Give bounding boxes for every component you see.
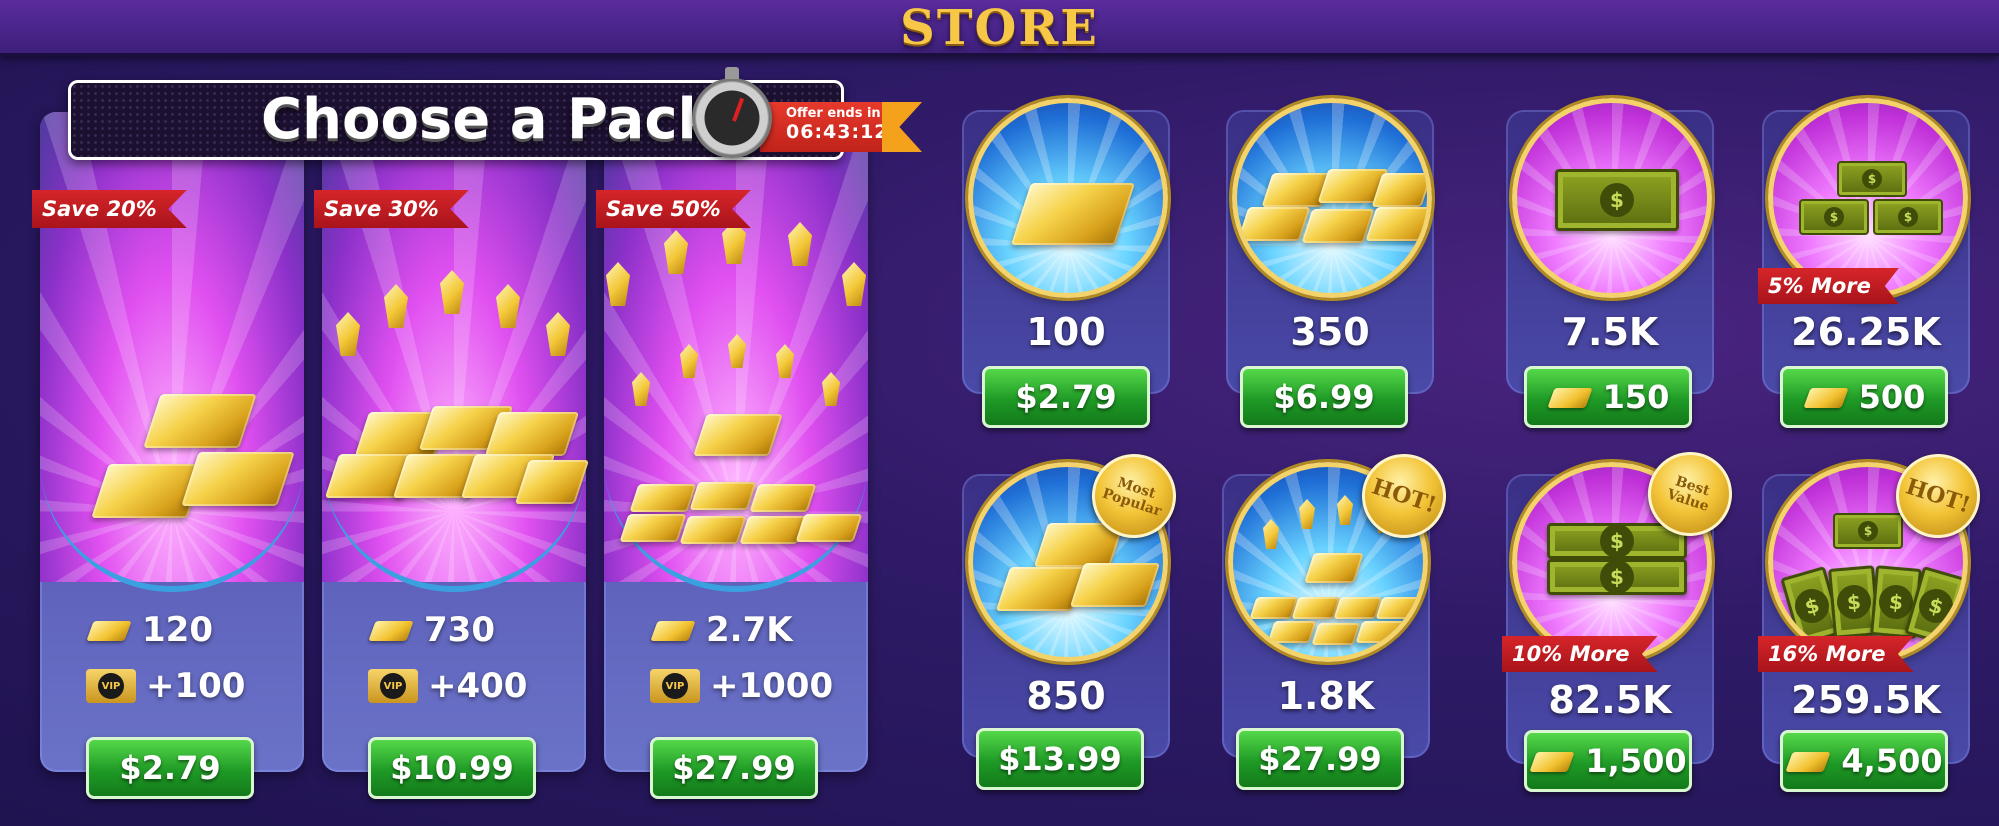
- gold-amount-row: 2.7K: [650, 610, 793, 650]
- cash-pack-card[interactable]: $ 7.5K: [1506, 98, 1714, 394]
- buy-button[interactable]: 150: [1524, 366, 1692, 428]
- gold-bar-icon: [689, 482, 757, 510]
- gold-bar-icon: [749, 484, 817, 512]
- gold-bar-icon: [650, 615, 696, 645]
- buy-button[interactable]: $27.99: [650, 737, 818, 799]
- vip-amount-row: VIP +100: [86, 666, 245, 706]
- gold-bar-icon: [1010, 183, 1136, 245]
- bonus-ribbon: 10% More: [1502, 636, 1658, 672]
- offer-timer-tag: Offer ends in 06:43:12: [760, 102, 922, 152]
- vip-amount: +1000: [710, 666, 834, 706]
- pack-orb: [1232, 98, 1432, 298]
- gold-amount: 100: [1026, 310, 1106, 354]
- vip-amount: +400: [428, 666, 528, 706]
- gold-bar-icon: [1365, 207, 1427, 241]
- pack-title: Choose a Pack: [261, 87, 715, 152]
- gold-bar-icon: [1069, 563, 1161, 607]
- gold-bar-icon: [1333, 597, 1383, 619]
- store-title: STORE: [900, 0, 1099, 56]
- top-bar: STORE: [0, 0, 1999, 56]
- gold-amount: 850: [1026, 674, 1106, 718]
- buy-button[interactable]: $2.79: [982, 366, 1150, 428]
- offer-countdown: 06:43:12: [786, 121, 889, 143]
- gold-bar-icon: [1529, 746, 1575, 776]
- gold-amount: 120: [142, 610, 213, 650]
- gold-cost: 500: [1858, 378, 1926, 416]
- bonus-ribbon: 16% More: [1758, 636, 1914, 672]
- buy-button[interactable]: 500: [1780, 366, 1948, 428]
- pack-orb: $: [1512, 98, 1712, 298]
- vip-icon: VIP: [368, 669, 418, 703]
- buy-button[interactable]: $2.79: [86, 737, 254, 799]
- gold-bar-icon: [795, 514, 863, 542]
- cash-stack-icon: $: [1837, 161, 1907, 197]
- gold-bar-icon: [484, 412, 580, 456]
- gold-crystal-icon: [1299, 499, 1315, 529]
- gold-amount: 1.8K: [1277, 674, 1375, 718]
- gold-bar-icon: [181, 452, 295, 506]
- gold-bar-icon: [1311, 623, 1361, 645]
- cash-stack-icon: $: [1873, 199, 1943, 235]
- gold-amount-row: 730: [368, 610, 495, 650]
- stopwatch-icon: [692, 67, 772, 158]
- gold-bar-icon: [1304, 553, 1364, 583]
- cash-amount: 259.5K: [1791, 678, 1941, 722]
- buy-button[interactable]: $10.99: [368, 737, 536, 799]
- buy-button[interactable]: $13.99: [976, 728, 1144, 790]
- pack-orb: [968, 98, 1168, 298]
- gold-bar-icon: [1249, 597, 1299, 619]
- cash-stack-icon: $: [1555, 169, 1679, 231]
- gold-pack-card[interactable]: 100: [962, 98, 1170, 394]
- gold-bar-icon: [1301, 209, 1375, 243]
- gold-bar-icon: [1267, 621, 1317, 643]
- gold-bar-icon: [1371, 173, 1427, 207]
- gold-amount: 2.7K: [706, 610, 793, 650]
- gold-pack-card[interactable]: 350: [1226, 98, 1434, 394]
- gold-bar-icon: [629, 484, 697, 512]
- gold-crystal-icon: [1337, 495, 1353, 525]
- gold-bar-icon: [1291, 597, 1341, 619]
- buy-button[interactable]: $6.99: [1240, 366, 1408, 428]
- gold-bar-icon: [143, 394, 257, 448]
- gold-cost: 4,500: [1841, 742, 1943, 780]
- cash-pack-card[interactable]: $ $ $ 26.25K: [1762, 98, 1970, 394]
- gold-bar-icon: [1375, 597, 1423, 619]
- vip-amount-row: VIP +400: [368, 666, 527, 706]
- offer-label: Offer ends in: [786, 106, 881, 121]
- gold-bar-icon: [679, 516, 747, 544]
- cash-amount: 26.25K: [1791, 310, 1941, 354]
- gold-amount: 350: [1290, 310, 1370, 354]
- save-ribbon: Save 50%: [596, 190, 751, 228]
- cash-stack-icon: $: [1547, 559, 1687, 595]
- vip-amount-row: VIP +1000: [650, 666, 833, 706]
- gold-bar-icon: [693, 414, 783, 456]
- save-ribbon: Save 30%: [314, 190, 469, 228]
- vip-icon: VIP: [86, 669, 136, 703]
- bonus-ribbon: 5% More: [1758, 268, 1899, 304]
- gold-bar-icon: [1785, 746, 1831, 776]
- gold-bar-icon: [1237, 207, 1311, 241]
- gold-bar-icon: [1355, 621, 1405, 643]
- buy-button[interactable]: 4,500: [1780, 730, 1948, 792]
- buy-button[interactable]: 1,500: [1524, 730, 1692, 792]
- save-ribbon: Save 20%: [32, 190, 187, 228]
- gold-bar-icon: [1547, 382, 1593, 412]
- cash-stack-icon: $: [1833, 513, 1903, 549]
- buy-button[interactable]: $27.99: [1236, 728, 1404, 790]
- cash-amount: 7.5K: [1561, 310, 1659, 354]
- gold-amount-row: 120: [86, 610, 213, 650]
- vip-amount: +100: [146, 666, 246, 706]
- gold-bar-icon: [86, 615, 132, 645]
- cash-stack-icon: $: [1799, 199, 1869, 235]
- vip-icon: VIP: [650, 669, 700, 703]
- gold-bar-icon: [368, 615, 414, 645]
- gold-crystal-icon: [1263, 519, 1279, 549]
- gold-cost: 1,500: [1585, 742, 1687, 780]
- gold-cost: 150: [1602, 378, 1670, 416]
- gold-amount: 730: [424, 610, 495, 650]
- gold-bar-icon: [619, 514, 687, 542]
- gold-bar-icon: [1803, 382, 1849, 412]
- cash-amount: 82.5K: [1548, 678, 1672, 722]
